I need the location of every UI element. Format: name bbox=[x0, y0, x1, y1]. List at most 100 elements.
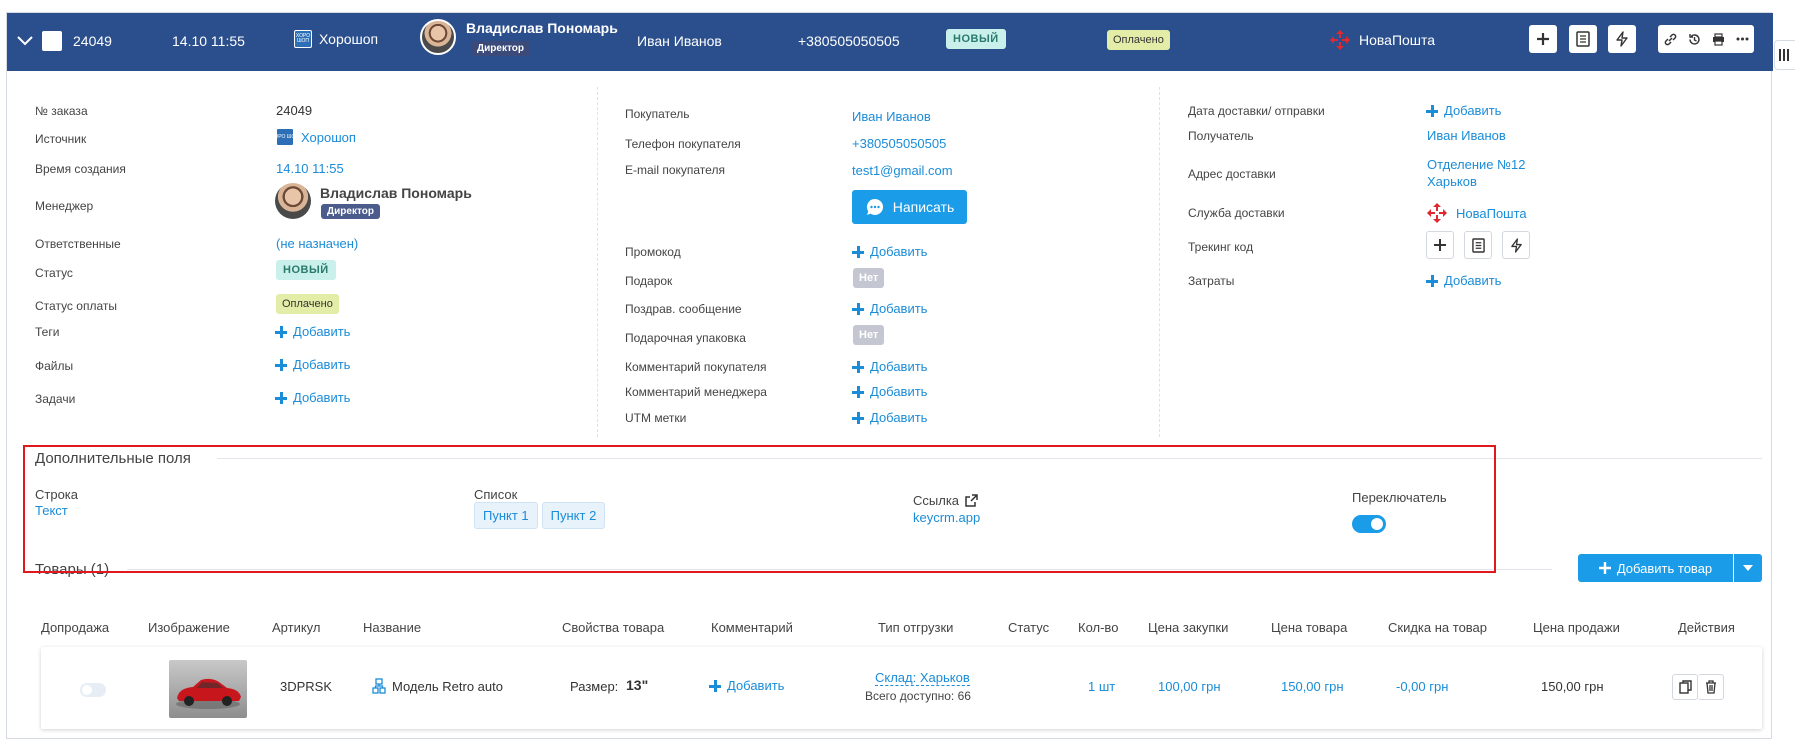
order-no-label: № заказа bbox=[35, 104, 88, 118]
address-line2[interactable]: Харьков bbox=[1427, 174, 1477, 189]
plus-icon bbox=[1598, 562, 1611, 574]
columns-toggle-handle[interactable] bbox=[1774, 40, 1795, 70]
tasks-add[interactable]: Добавить bbox=[275, 390, 350, 405]
purchase-price[interactable]: 100,00 грн bbox=[1158, 679, 1221, 694]
copy-button[interactable] bbox=[1672, 674, 1698, 700]
col-status: Статус bbox=[1008, 620, 1050, 635]
automation-button[interactable] bbox=[1608, 25, 1636, 53]
add-product-dropdown[interactable] bbox=[1734, 554, 1762, 582]
recipient-value[interactable]: Иван Иванов bbox=[1427, 128, 1506, 143]
costs-add[interactable]: Добавить bbox=[1426, 273, 1501, 288]
buyer-comment-add[interactable]: Добавить bbox=[852, 359, 927, 374]
tracking-add-button[interactable] bbox=[1426, 231, 1454, 259]
car-image bbox=[176, 678, 241, 709]
service-value[interactable]: НоваПошта bbox=[1426, 202, 1527, 224]
column-divider bbox=[1159, 87, 1160, 437]
promo-label: Промокод bbox=[625, 245, 681, 259]
delivery-date-label: Дата доставки/ отправки bbox=[1188, 104, 1325, 118]
wrap-value[interactable]: Нет bbox=[853, 325, 885, 345]
status-badge[interactable]: НОВЫЙ bbox=[276, 260, 336, 280]
col-qty: Кол-во bbox=[1078, 620, 1119, 635]
select-checkbox[interactable] bbox=[42, 31, 62, 51]
gift-value[interactable]: Нет bbox=[853, 268, 885, 288]
buyer-value[interactable]: Иван Иванов bbox=[852, 109, 931, 124]
plus-icon bbox=[275, 325, 287, 338]
responsible-label: Ответственные bbox=[35, 237, 121, 251]
address-line1[interactable]: Отделение №12 bbox=[1427, 157, 1526, 172]
caret-down-icon bbox=[1743, 565, 1753, 571]
gift-badge[interactable]: Нет bbox=[853, 268, 885, 288]
col-actions: Действия bbox=[1678, 620, 1735, 635]
link-icon[interactable] bbox=[1658, 25, 1682, 53]
source-link[interactable]: Хорошоп bbox=[301, 130, 356, 145]
product-comment-add[interactable]: Добавить bbox=[709, 678, 784, 693]
created-value[interactable]: 14.10 11:55 bbox=[276, 161, 344, 176]
manager-comment-add[interactable]: Добавить bbox=[852, 384, 927, 399]
plus-icon bbox=[275, 358, 287, 371]
created-label: Время создания bbox=[35, 162, 126, 176]
files-add[interactable]: Добавить bbox=[275, 357, 350, 372]
add-button[interactable] bbox=[1529, 25, 1557, 53]
order-id: 24049 bbox=[73, 33, 112, 49]
document-icon bbox=[1471, 237, 1485, 253]
print-icon[interactable] bbox=[1706, 25, 1730, 53]
write-button[interactable]: Написать bbox=[852, 190, 967, 224]
product-discount[interactable]: -0,00 грн bbox=[1396, 679, 1448, 694]
lightning-icon bbox=[1510, 237, 1522, 253]
payment-value[interactable]: Оплачено bbox=[276, 294, 339, 314]
columns-icon bbox=[1779, 49, 1789, 61]
gift-label: Подарок bbox=[625, 274, 673, 288]
add-product-label: Добавить товар bbox=[1616, 560, 1713, 576]
order-datetime: 14.10 11:55 bbox=[172, 33, 245, 49]
tracking-automation-button[interactable] bbox=[1502, 231, 1530, 259]
add-label: Добавить bbox=[870, 410, 928, 425]
phone-value[interactable]: +380505050505 bbox=[852, 136, 946, 151]
warehouse-link[interactable]: Склад: Харьков bbox=[875, 670, 970, 686]
promo-add[interactable]: Добавить bbox=[852, 244, 927, 259]
product-price[interactable]: 150,00 грн bbox=[1281, 679, 1344, 694]
lightning-icon bbox=[1616, 31, 1628, 47]
service-name[interactable]: НоваПошта bbox=[1456, 206, 1527, 221]
product-prop-label: Размер: bbox=[570, 679, 619, 694]
product-qty[interactable]: 1 шт bbox=[1088, 679, 1115, 694]
utm-add[interactable]: Добавить bbox=[852, 410, 927, 425]
plus-icon bbox=[852, 360, 864, 373]
highlight-frame bbox=[23, 445, 1496, 573]
responsible-value[interactable]: (не назначен) bbox=[276, 236, 358, 251]
add-product-button[interactable]: Добавить товар bbox=[1578, 554, 1733, 582]
delivery-date-add[interactable]: Добавить bbox=[1426, 103, 1501, 118]
add-label: Добавить bbox=[1444, 273, 1502, 288]
delivery-service: НоваПошта bbox=[1329, 29, 1435, 51]
manager-avatar bbox=[420, 19, 456, 55]
delete-button[interactable] bbox=[1698, 674, 1724, 700]
more-icon[interactable] bbox=[1730, 25, 1754, 53]
chevron-down-icon[interactable] bbox=[15, 31, 35, 51]
manager-name: Владислав Пономарь bbox=[466, 20, 618, 36]
novaposhta-icon bbox=[1427, 203, 1447, 223]
status-value[interactable]: НОВЫЙ bbox=[276, 260, 336, 280]
upsell-toggle[interactable] bbox=[80, 683, 106, 697]
payment-badge[interactable]: Оплачено bbox=[276, 294, 339, 314]
invoice-button[interactable] bbox=[1569, 25, 1597, 53]
wrap-badge[interactable]: Нет bbox=[853, 325, 885, 345]
source-value[interactable]: ХОРО ШОП Хорошоп bbox=[271, 128, 356, 146]
greeting-add[interactable]: Добавить bbox=[852, 301, 927, 316]
product-name[interactable]: Модель Retro auto bbox=[392, 679, 503, 694]
column-divider bbox=[597, 87, 598, 437]
manager-label: Менеджер bbox=[35, 199, 94, 213]
col-properties: Свойства товара bbox=[562, 620, 665, 635]
email-value[interactable]: test1@gmail.com bbox=[852, 163, 953, 178]
tags-add[interactable]: Добавить bbox=[275, 324, 350, 339]
history-icon[interactable] bbox=[1682, 25, 1706, 53]
tracking-document-button[interactable] bbox=[1464, 231, 1492, 259]
customer-name[interactable]: Иван Иванов bbox=[637, 33, 722, 49]
product-image[interactable] bbox=[169, 660, 247, 718]
col-name: Название bbox=[363, 620, 422, 635]
order-card: 24049 14.10 11:55 ХОРО ШОП Хорошоп Влади… bbox=[6, 12, 1773, 739]
col-upsell: Допродажа bbox=[41, 620, 110, 635]
available-stock: Всего доступно: 66 bbox=[865, 689, 971, 703]
customer-phone[interactable]: +380505050505 bbox=[798, 33, 900, 49]
tracking-label: Трекинг код bbox=[1188, 240, 1254, 254]
product-name-cell: Модель Retro auto bbox=[372, 678, 503, 694]
source-info: ХОРО ШОП Хорошоп bbox=[294, 30, 378, 48]
